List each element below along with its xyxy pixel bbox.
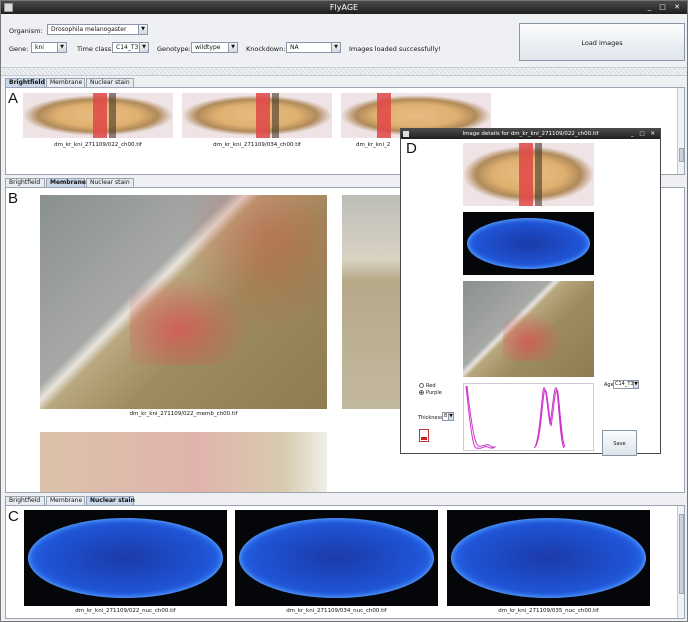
dropdown-arrow-icon[interactable]: ▼ <box>57 43 66 52</box>
dropdown-arrow-icon[interactable]: ▼ <box>633 381 638 388</box>
organism-select[interactable]: Drosophila melanogaster ▼ <box>47 24 148 35</box>
genotype-value: wildtype <box>195 44 221 51</box>
dropdown-arrow-icon[interactable]: ▼ <box>138 25 147 34</box>
nuclear-image[interactable] <box>447 510 650 606</box>
dropdown-arrow-icon[interactable]: ▼ <box>448 413 453 420</box>
intensity-profile-svg <box>465 385 566 449</box>
membrane-image[interactable] <box>342 195 404 409</box>
app-icon <box>403 131 409 137</box>
image-caption: dm_kr_kni_271109/035_nuc_ch00.tif <box>498 608 599 614</box>
save-button[interactable]: Save <box>602 430 637 456</box>
age-select[interactable]: C14_T3 ▼ <box>613 380 639 389</box>
search-toolbar: Organism: Drosophila melanogaster ▼ Gene… <box>1 14 687 66</box>
image-details-dialog: Image details for dm_kr_kni_271109/022_c… <box>400 128 661 456</box>
dropdown-arrow-icon[interactable]: ▼ <box>228 43 237 52</box>
knockdown-value: NA <box>290 44 299 51</box>
age-value: C14_T3 <box>615 381 634 387</box>
pdf-icon[interactable] <box>419 429 429 442</box>
detail-nuclear-image[interactable] <box>463 212 594 275</box>
knockdown-label: Knockdown: <box>246 45 286 53</box>
gene-value: kni <box>35 44 44 51</box>
dialog-title: Image details for dm_kr_kni_271109/022_c… <box>462 131 599 137</box>
intensity-profile-plot <box>463 383 594 451</box>
brightfield-image[interactable] <box>23 93 173 138</box>
thickness-value: 8 <box>444 413 448 419</box>
scrollbar-thumb[interactable] <box>679 514 684 594</box>
tab-nuclear-stain[interactable]: Nuclear stain <box>86 78 134 87</box>
scrollbar-thumb[interactable] <box>679 148 684 162</box>
radio-red[interactable]: Red <box>419 383 436 389</box>
organism-label: Organism: <box>9 27 43 35</box>
genotype-label: Genotype: <box>157 45 191 53</box>
dialog-body: D Red Purple Thickness: 8 ▼ Age: C14_T3 … <box>401 139 660 456</box>
membrane-image[interactable] <box>40 195 327 409</box>
detail-membrane-image[interactable] <box>463 281 594 377</box>
genotype-select[interactable]: wildtype ▼ <box>191 42 238 53</box>
time-class-value: C14_T3 <box>116 44 139 51</box>
image-caption: dm_kr_kni_2 <box>356 142 391 148</box>
tab-membrane[interactable]: Membrane <box>46 78 85 87</box>
thickness-label: Thickness: <box>418 415 445 421</box>
gene-select[interactable]: kni ▼ <box>31 42 67 53</box>
panel-letter-c: C <box>8 508 19 525</box>
app-icon <box>4 3 13 12</box>
tab-brightfield[interactable]: Brightfield <box>5 178 45 187</box>
splitter[interactable] <box>1 67 687 76</box>
load-images-button[interactable]: Load images <box>519 23 685 61</box>
nuclear-image[interactable] <box>235 510 438 606</box>
tab-brightfield[interactable]: Brightfield <box>5 496 45 505</box>
nuclear-image[interactable] <box>24 510 227 606</box>
status-message: Images loaded successfully! <box>349 45 441 53</box>
brightfield-image[interactable] <box>182 93 332 138</box>
radio-button[interactable] <box>419 383 424 388</box>
panel-c-nuclear-stain: C dm_kr_kni_271109/022_nuc_ch00.tif dm_k… <box>5 505 685 619</box>
tab-brightfield[interactable]: Brightfield <box>5 78 45 87</box>
panel-letter-b: B <box>8 190 19 207</box>
tab-nuclear-stain[interactable]: Nuclear stain <box>86 178 134 187</box>
image-caption: dm_kr_kni_271109/034_nuc_ch00.tif <box>286 608 387 614</box>
dropdown-arrow-icon[interactable]: ▼ <box>139 43 148 52</box>
vertical-scrollbar[interactable] <box>677 506 684 618</box>
membrane-image[interactable] <box>40 432 327 492</box>
radio-purple[interactable]: Purple <box>419 390 442 396</box>
radio-red-label: Red <box>426 383 436 389</box>
tab-membrane[interactable]: Membrane <box>46 496 85 505</box>
radio-purple-label: Purple <box>426 390 442 396</box>
time-class-select[interactable]: C14_T3 ▼ <box>112 42 149 53</box>
tab-membrane[interactable]: Membrane <box>46 178 86 187</box>
panel-letter-d: D <box>406 140 417 157</box>
dialog-title-bar: Image details for dm_kr_kni_271109/022_c… <box>401 129 660 139</box>
image-caption: dm_kr_kni_271109/022_memb_ch00.tif <box>129 411 238 417</box>
window-title: FlyAGE <box>329 3 359 12</box>
dialog-controls[interactable]: _ □ ✕ <box>631 129 657 139</box>
radio-button[interactable] <box>419 390 424 395</box>
title-bar: FlyAGE _ □ ✕ <box>1 1 687 14</box>
tab-nuclear-stain[interactable]: Nuclear stain <box>86 496 135 505</box>
gene-label: Gene: <box>9 45 29 53</box>
detail-brightfield-image[interactable] <box>463 143 594 206</box>
flyage-window: FlyAGE _ □ ✕ Organism: Drosophila melano… <box>0 0 688 622</box>
image-caption: dm_kr_kni_271109/034_ch00.tif <box>213 142 301 148</box>
image-caption: dm_kr_kni_271109/022_nuc_ch00.tif <box>75 608 176 614</box>
thickness-select[interactable]: 8 ▼ <box>442 412 454 421</box>
vertical-scrollbar[interactable] <box>677 88 684 174</box>
dropdown-arrow-icon[interactable]: ▼ <box>331 43 340 52</box>
organism-value: Drosophila melanogaster <box>51 26 127 33</box>
image-caption: dm_kr_kni_271109/022_ch00.tif <box>54 142 142 148</box>
knockdown-select[interactable]: NA ▼ <box>286 42 341 53</box>
time-class-label: Time class: <box>77 45 114 53</box>
panel-letter-a: A <box>8 90 19 107</box>
window-controls[interactable]: _ □ ✕ <box>648 1 683 14</box>
